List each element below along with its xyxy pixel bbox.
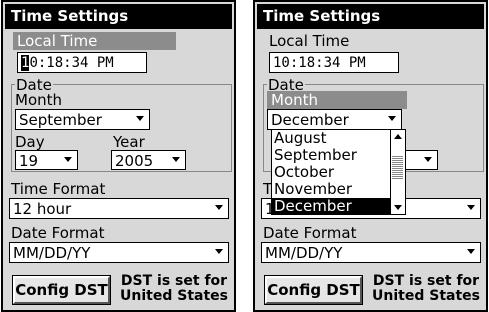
month-dropdown[interactable]: September [15,109,150,130]
time-format-dropdown[interactable]: 12 hour [9,198,229,219]
month-dropdown[interactable]: December [267,109,402,130]
month-options-list[interactable]: August September October November December [271,129,406,215]
chevron-down-icon[interactable] [169,153,183,167]
window-title: Time Settings [5,4,232,29]
local-time-input[interactable]: 10:18:34 PM [269,52,399,73]
year-value: 2005 [115,152,154,170]
month-option[interactable]: December [272,198,405,214]
date-format-label: Date Format [263,224,357,242]
config-dst-button[interactable]: Config DST [264,275,363,305]
dst-status-note: DST is set for United States [116,274,232,304]
scroll-thumb[interactable] [392,155,403,179]
month-label: Month [15,91,63,109]
dst-note-line1: DST is set for [120,273,228,289]
day-dropdown[interactable]: 19 [15,150,78,170]
month-option[interactable]: September [272,147,405,164]
time-format-value: 12 hour [13,200,72,218]
scroll-up-icon[interactable] [394,134,402,139]
month-label: Month [267,91,407,109]
year-dropdown[interactable]: 2005 [111,150,186,170]
config-dst-button[interactable]: Config DST [12,275,111,305]
list-scrollbar[interactable] [390,130,405,214]
scroll-down-icon[interactable] [394,205,402,210]
local-time-label: Local Time [13,32,176,50]
month-value: September [19,111,102,129]
dst-note-line2: United States [372,288,480,304]
year-label: Year [113,133,145,151]
dst-note-line1: DST is set for [372,273,480,289]
chevron-down-icon[interactable] [133,112,147,126]
date-format-value: MM/DD/YY [265,244,343,262]
local-time-value: 0:18:34 PM [29,55,114,71]
dst-note-line2: United States [120,288,228,304]
date-format-dropdown[interactable]: MM/DD/YY [261,242,481,263]
dst-status-note: DST is set for United States [368,274,484,304]
local-time-label: Local Time [269,32,350,50]
month-option[interactable]: November [272,181,405,198]
date-format-dropdown[interactable]: MM/DD/YY [9,242,229,263]
month-option[interactable]: October [272,164,405,181]
local-time-value: 10:18:34 PM [273,55,366,71]
chevron-down-icon[interactable] [421,153,435,167]
date-format-label: Date Format [11,224,105,242]
time-format-label: Time Format [11,180,106,198]
time-settings-screen-left: Time Settings Local Time 10:18:34 PM Dat… [1,0,236,312]
chevron-down-icon[interactable] [212,201,226,215]
month-value: December [271,111,349,129]
local-time-input[interactable]: 10:18:34 PM [17,52,147,73]
chevron-down-icon[interactable] [464,245,478,259]
chevron-down-icon[interactable] [212,245,226,259]
day-label: Day [15,133,45,151]
month-option[interactable]: August [272,130,405,147]
chevron-down-icon[interactable] [385,112,399,126]
time-settings-screen-right: Time Settings Local Time 10:18:34 PM Dat… [253,0,488,312]
chevron-down-icon[interactable] [464,201,478,215]
chevron-down-icon[interactable] [61,153,75,167]
date-format-value: MM/DD/YY [13,244,91,262]
day-value: 19 [19,152,39,170]
window-title: Time Settings [257,4,484,29]
